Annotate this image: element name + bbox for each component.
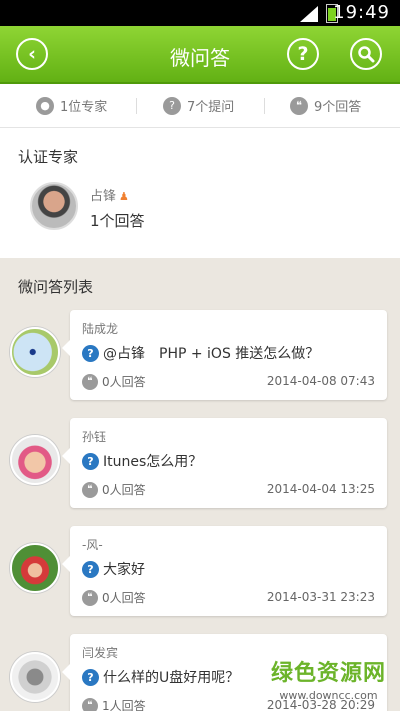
question-author: 陆成龙 [82, 322, 119, 336]
quote-icon: ❝ [82, 589, 98, 606]
answer-count-row: ❝ 0人回答 [82, 373, 146, 390]
question-text: 大家好 [103, 562, 145, 578]
help-button[interactable]: ? [287, 38, 319, 70]
question-author: 孙钰 [82, 430, 107, 444]
search-icon [358, 46, 375, 63]
question-icon: ? [82, 452, 99, 470]
stat-answers-label: 9个回答 [314, 100, 362, 115]
user-avatar[interactable] [10, 543, 60, 593]
watermark-url: www.downcc.com [279, 689, 378, 702]
question-text-row: ? Itunes怎么用？ [82, 451, 202, 471]
answer-count-row: ❝ 0人回答 [82, 481, 146, 498]
question-text: Itunes怎么用？ [103, 454, 203, 470]
quote-icon: ❝ [82, 481, 98, 498]
question-icon: ? [82, 560, 99, 578]
question-text: 什么样的U盘好用呢？ [103, 670, 240, 686]
stat-questions[interactable]: ? 7个提问 [163, 96, 234, 115]
answer-count: 0人回答 [102, 483, 146, 497]
expert-badge-icon: ♟ [119, 190, 129, 203]
page-title: 微问答 [170, 46, 230, 70]
title-bar: ‹ 微问答 ? [0, 26, 400, 84]
divider [136, 98, 137, 114]
user-avatar[interactable] [10, 435, 60, 485]
status-time: 19:49 [333, 2, 390, 23]
question-text-row: ? 大家好 [82, 559, 145, 579]
question-text-row: ? @占锋 PHP + iOS 推送怎么做？ [82, 343, 319, 363]
expert-answer-count: 1个回答 [90, 212, 145, 230]
question-icon: ? [82, 668, 99, 686]
question-author: 闫发宾 [82, 646, 119, 660]
status-bar: 19:49 [0, 0, 400, 26]
question-text: @占锋 PHP + iOS 推送怎么做？ [103, 346, 320, 362]
question-date: 2014-03-31 23:23 [266, 590, 375, 604]
signal-icon [300, 6, 318, 22]
question-card[interactable]: -风- ? 大家好 ❝ 0人回答 2014-03-31 23:23 [62, 526, 387, 616]
stat-experts[interactable]: ● 1位专家 [36, 96, 107, 115]
question-date: 2014-04-04 13:25 [266, 482, 375, 496]
question-date: 2014-04-08 07:43 [266, 374, 375, 388]
user-avatar[interactable] [10, 652, 60, 702]
question-author: -风- [82, 538, 103, 552]
question-card[interactable]: 陆成龙 ? @占锋 PHP + iOS 推送怎么做？ ❝ 0人回答 2014-0… [62, 310, 387, 400]
answer-count-row: ❝ 1人回答 [82, 697, 146, 711]
expert-name: 占锋 [90, 189, 117, 204]
divider [264, 98, 265, 114]
question-card[interactable]: 孙钰 ? Itunes怎么用？ ❝ 0人回答 2014-04-04 13:25 [62, 418, 387, 508]
expert-avatar[interactable] [30, 182, 78, 230]
question-text-row: ? 什么样的U盘好用呢？ [82, 667, 239, 687]
question-icon: ? [82, 344, 99, 362]
answer-count: 1人回答 [102, 699, 146, 711]
stat-answers[interactable]: ❝ 9个回答 [290, 96, 361, 115]
answer-count: 0人回答 [102, 375, 146, 389]
quote-icon: ❝ [82, 697, 98, 711]
stat-experts-label: 1位专家 [60, 100, 108, 115]
expert-name-row[interactable]: 占锋 ♟ [90, 185, 129, 204]
help-icon: ? [297, 43, 309, 65]
watermark-title: 绿色资源网 [270, 661, 386, 686]
expert-section-title: 认证专家 [18, 148, 79, 166]
answer-count-row: ❝ 0人回答 [82, 589, 146, 606]
answer-count: 0人回答 [102, 591, 146, 605]
question-icon: ? [163, 96, 181, 115]
user-avatar[interactable] [10, 327, 60, 377]
watermark: 绿色资源网 www.downcc.com [271, 655, 386, 702]
list-section-title: 微问答列表 [18, 278, 94, 296]
stats-bar: ● 1位专家 ? 7个提问 ❝ 9个回答 [0, 84, 400, 128]
person-icon: ● [36, 96, 54, 115]
expert-section: 认证专家 占锋 ♟ 1个回答 [0, 128, 400, 258]
quote-icon: ❝ [290, 96, 308, 115]
quote-icon: ❝ [82, 373, 98, 390]
stat-questions-label: 7个提问 [187, 100, 235, 115]
search-button[interactable] [350, 38, 382, 70]
